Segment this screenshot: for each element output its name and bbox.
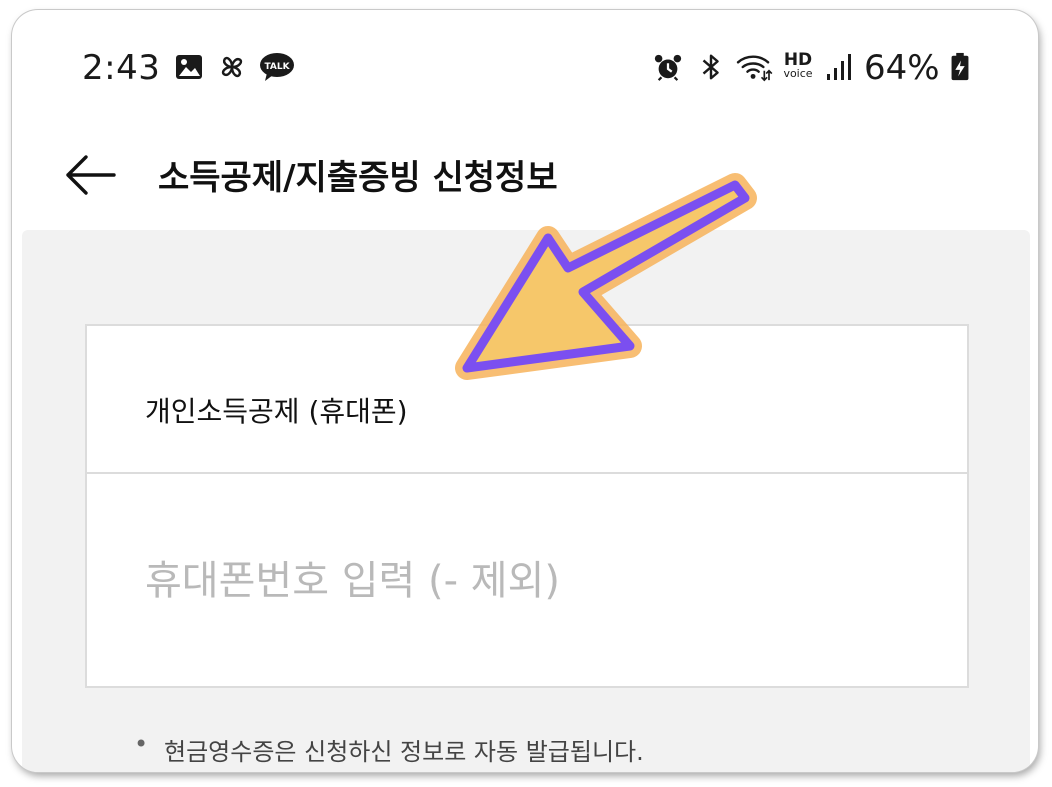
battery-charging-icon: [951, 52, 969, 81]
back-arrow-icon: [66, 155, 116, 195]
phone-number-input[interactable]: [87, 474, 967, 688]
alarm-icon: [654, 54, 682, 81]
bluetooth-icon: [702, 54, 719, 80]
wifi-icon: [736, 55, 773, 82]
notice-text: 현금영수증은 신청하신 정보로 자동 발급됩니다.: [164, 738, 644, 766]
content-area: 개인소득공제 (휴대폰) • 현금영수증은 신청하신 정보로 자동 발급됩니다.: [22, 230, 1030, 772]
battery-percent: 64%: [864, 48, 940, 88]
voice-label: voice: [783, 67, 813, 80]
phone-screen: 2:43 TALK HD voice 64% 소득공제/지출증빙 신청정보 개인…: [12, 10, 1038, 772]
deduction-type-select[interactable]: 개인소득공제 (휴대폰): [87, 326, 967, 474]
signal-icon: [827, 54, 851, 80]
hd-voice-icon: HD voice: [780, 52, 816, 82]
status-bar: 2:43 TALK HD voice 64%: [12, 10, 1038, 120]
gallery-icon: [176, 55, 202, 79]
kakaotalk-icon: TALK: [260, 53, 294, 81]
kakaotalk-badge-text: TALK: [264, 62, 290, 72]
deduction-type-value: 개인소득공제 (휴대폰): [145, 395, 408, 428]
page-title: 소득공제/지출증빙 신청정보: [158, 158, 558, 198]
deduction-form-card: 개인소득공제 (휴대폰): [85, 324, 969, 688]
app-header: 소득공제/지출증빙 신청정보: [12, 120, 1038, 230]
status-time: 2:43: [82, 48, 161, 88]
hd-label: HD: [783, 50, 813, 70]
pinwheel-icon: [221, 56, 243, 78]
notice-bullet: •: [134, 730, 149, 758]
back-button[interactable]: [62, 145, 122, 205]
